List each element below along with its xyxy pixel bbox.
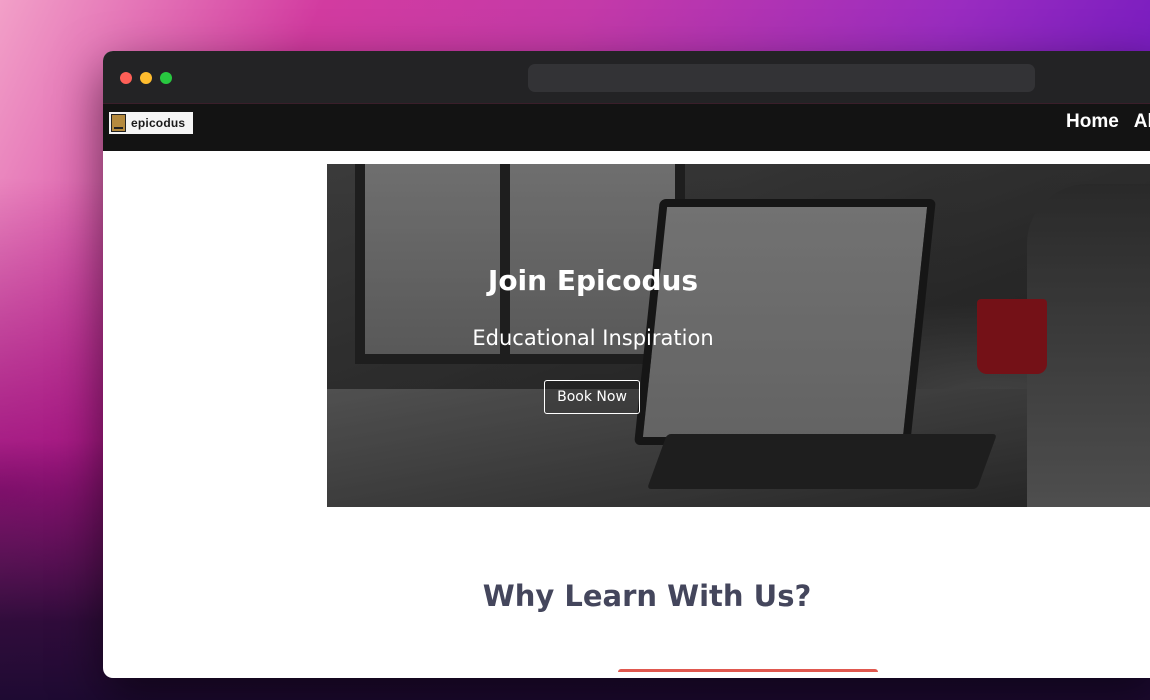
- hero-title: Join Epicodus: [487, 264, 699, 297]
- nav-link-home[interactable]: Home: [1066, 111, 1119, 133]
- maximize-window-button[interactable]: [160, 72, 172, 84]
- book-icon: [111, 114, 126, 132]
- site-logo[interactable]: epicodus: [109, 112, 193, 134]
- minimize-window-button[interactable]: [140, 72, 152, 84]
- close-window-button[interactable]: [120, 72, 132, 84]
- site-navbar: epicodus Home Al: [103, 103, 1150, 151]
- section-title: Why Learn With Us?: [482, 579, 812, 613]
- nav-links: Home Al: [1066, 111, 1150, 133]
- book-now-button[interactable]: Book Now: [544, 380, 640, 414]
- nav-link-about[interactable]: Al: [1134, 111, 1150, 133]
- hero-subtitle: Educational Inspiration: [472, 326, 714, 350]
- browser-titlebar: [103, 51, 1150, 103]
- browser-window: epicodus Home Al Join Epicodus Education…: [103, 51, 1150, 678]
- hero-content: Join Epicodus Educational Inspiration Bo…: [103, 164, 1083, 507]
- logo-text: epicodus: [131, 116, 186, 130]
- accent-bar: [618, 669, 878, 672]
- address-bar[interactable]: [528, 64, 1035, 92]
